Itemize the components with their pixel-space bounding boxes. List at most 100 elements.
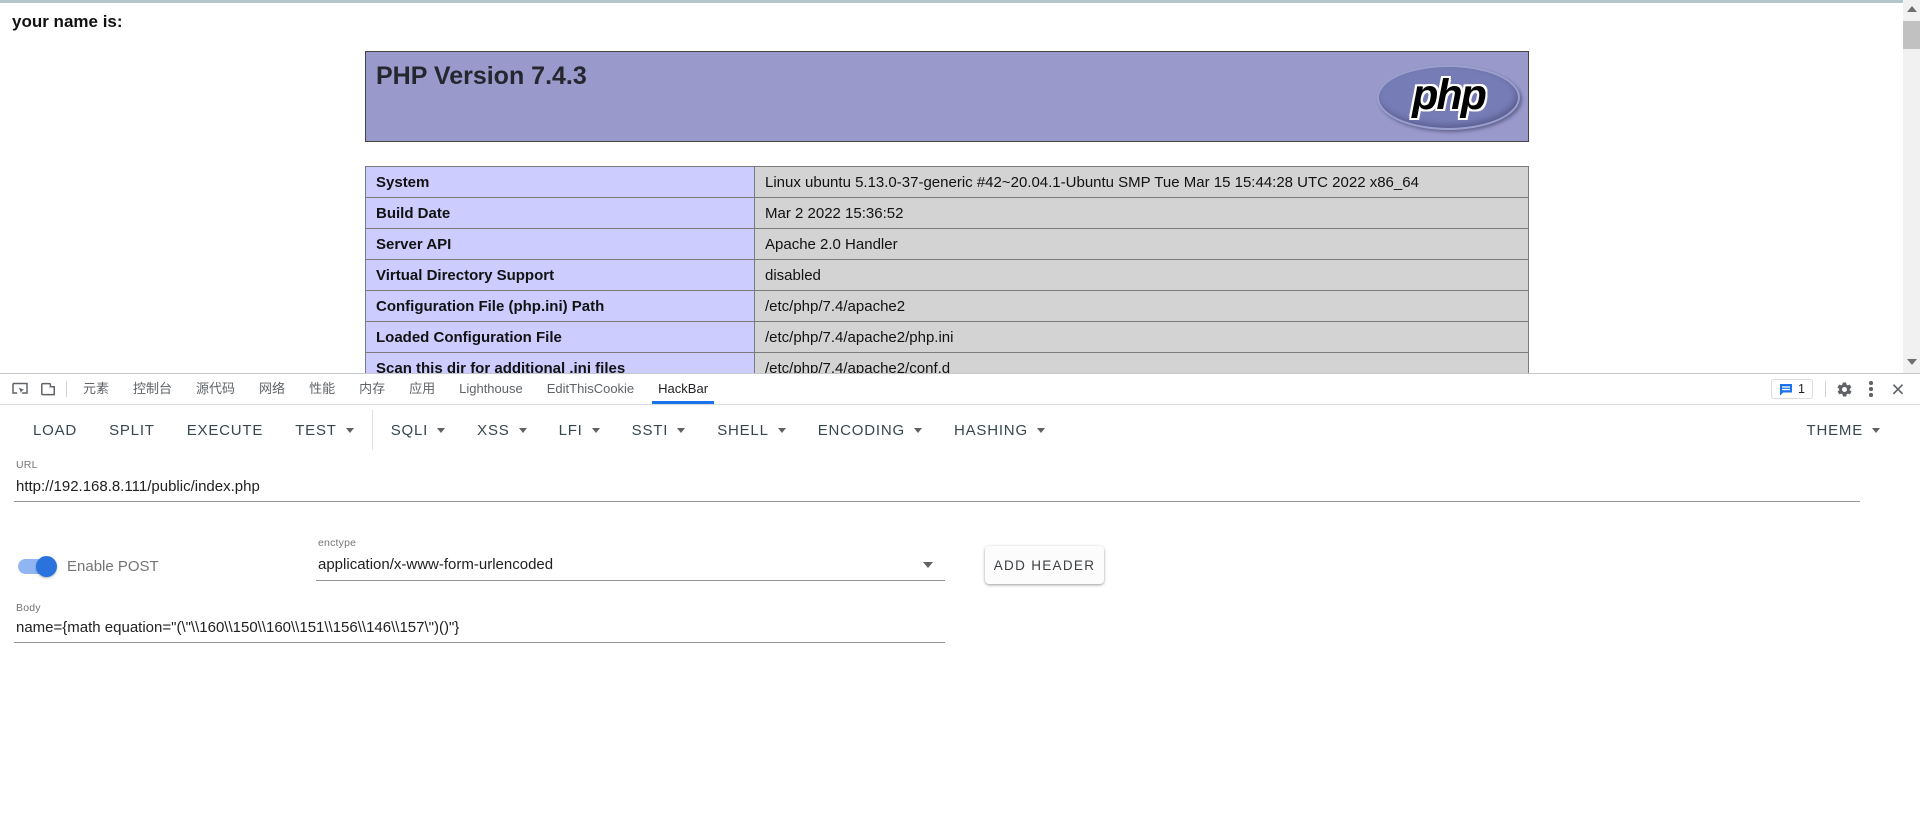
toggle-knob	[36, 556, 57, 577]
tab-performance[interactable]: 性能	[299, 374, 345, 404]
tab-network[interactable]: 网络	[249, 374, 295, 404]
chevron-down-icon	[519, 428, 527, 433]
tab-lighthouse[interactable]: Lighthouse	[449, 374, 533, 404]
body-field-wrap	[14, 619, 945, 643]
row-label: System	[366, 167, 755, 198]
menu-separator	[372, 410, 373, 450]
chevron-down-icon	[437, 428, 445, 433]
enctype-selected-value: application/x-www-form-urlencoded	[316, 554, 945, 580]
tabbar-right-controls: 1 ×	[1771, 376, 1920, 402]
enable-post-row: Enable POST	[18, 552, 159, 580]
menu-xss[interactable]: XSS	[461, 406, 542, 454]
menu-hashing[interactable]: HASHING	[938, 406, 1061, 454]
tab-editthiscookie[interactable]: EditThisCookie	[537, 374, 644, 404]
chevron-down-icon	[914, 428, 922, 433]
vertical-scrollbar[interactable]	[1903, 0, 1920, 373]
tab-hackbar[interactable]: HackBar	[648, 374, 718, 404]
add-header-button[interactable]: ADD HEADER	[985, 546, 1104, 584]
menu-load[interactable]: LOAD	[17, 406, 93, 454]
table-row: Server API Apache 2.0 Handler	[366, 229, 1529, 260]
screenshot-root: your name is: PHP Version 7.4.3 php Syst…	[0, 0, 1920, 832]
row-label: Virtual Directory Support	[366, 260, 755, 291]
tab-memory[interactable]: 内存	[349, 374, 395, 404]
page-top-strip	[0, 0, 1920, 3]
chevron-down-icon	[346, 428, 354, 433]
table-row: Scan this dir for additional .ini files …	[366, 353, 1529, 374]
chevron-down-icon	[1872, 428, 1880, 433]
chevron-down-icon	[1037, 428, 1045, 433]
enctype-select[interactable]: application/x-www-form-urlencoded	[316, 554, 945, 581]
row-value: Mar 2 2022 15:36:52	[755, 198, 1529, 229]
body-field-label: Body	[16, 602, 41, 614]
scroll-down-button[interactable]	[1903, 353, 1920, 370]
menu-label: XSS	[477, 422, 509, 439]
close-devtools-icon[interactable]: ×	[1884, 376, 1912, 402]
row-value: Apache 2.0 Handler	[755, 229, 1529, 260]
menu-sqli[interactable]: SQLI	[375, 406, 461, 454]
browser-page-phpinfo: your name is: PHP Version 7.4.3 php Syst…	[0, 0, 1920, 373]
url-input[interactable]	[14, 478, 1860, 501]
menu-theme[interactable]: THEME	[1791, 406, 1897, 454]
more-options-icon[interactable]	[1858, 381, 1884, 397]
menu-label: TEST	[295, 422, 337, 439]
row-value: Linux ubuntu 5.13.0-37-generic #42~20.04…	[755, 167, 1529, 198]
chevron-down-icon	[677, 428, 685, 433]
table-row: Build Date Mar 2 2022 15:36:52	[366, 198, 1529, 229]
enable-post-label: Enable POST	[67, 558, 159, 575]
table-row: Virtual Directory Support disabled	[366, 260, 1529, 291]
enable-post-toggle[interactable]	[18, 559, 55, 574]
menu-label: SQLI	[391, 422, 428, 439]
enctype-field-label: enctype	[318, 537, 356, 549]
chevron-down-icon	[592, 428, 600, 433]
url-field-label: URL	[16, 459, 38, 471]
php-logo-text: php	[1412, 71, 1485, 124]
menu-label: LFI	[559, 422, 583, 439]
triangle-down-icon	[1907, 359, 1917, 365]
badge-count: 1	[1798, 382, 1805, 396]
body-input[interactable]	[14, 619, 945, 642]
row-label: Build Date	[366, 198, 755, 229]
phpinfo-table: System Linux ubuntu 5.13.0-37-generic #4…	[365, 166, 1529, 373]
menu-test[interactable]: TEST	[279, 406, 370, 454]
tab-application[interactable]: 应用	[399, 374, 445, 404]
row-value: /etc/php/7.4/apache2/php.ini	[755, 322, 1529, 353]
menu-ssti[interactable]: SSTI	[616, 406, 702, 454]
php-logo: php	[1377, 65, 1520, 130]
menu-label: SHELL	[717, 422, 769, 439]
row-value: disabled	[755, 260, 1529, 291]
toolbar-separator	[66, 381, 67, 397]
scrollbar-thumb[interactable]	[1903, 21, 1920, 49]
chevron-down-icon	[778, 428, 786, 433]
menu-shell[interactable]: SHELL	[701, 406, 802, 454]
menu-label: THEME	[1807, 422, 1864, 439]
row-label: Scan this dir for additional .ini files	[366, 353, 755, 374]
table-row: System Linux ubuntu 5.13.0-37-generic #4…	[366, 167, 1529, 198]
settings-gear-icon[interactable]	[1830, 376, 1858, 402]
phpinfo-header: PHP Version 7.4.3 php	[365, 51, 1529, 142]
devtools-panel: 元素 控制台 源代码 网络 性能 内存 应用 Lighthouse EditTh…	[0, 373, 1920, 832]
inspect-element-icon[interactable]	[6, 376, 34, 402]
console-messages-badge[interactable]: 1	[1771, 379, 1813, 399]
tab-sources[interactable]: 源代码	[186, 374, 245, 404]
triangle-up-icon	[1907, 6, 1917, 12]
table-row: Loaded Configuration File /etc/php/7.4/a…	[366, 322, 1529, 353]
toolbar-separator	[1825, 381, 1826, 397]
menu-label: SSTI	[632, 422, 669, 439]
device-toolbar-icon[interactable]	[34, 376, 62, 402]
hackbar-panel: LOAD SPLIT EXECUTE TEST SQLI XSS LFI SST…	[0, 406, 1920, 832]
menu-label: HASHING	[954, 422, 1028, 439]
row-label: Configuration File (php.ini) Path	[366, 291, 755, 322]
php-version-title: PHP Version 7.4.3	[376, 62, 587, 91]
menu-lfi[interactable]: LFI	[543, 406, 616, 454]
row-label: Loaded Configuration File	[366, 322, 755, 353]
url-field-wrap	[14, 478, 1860, 502]
hackbar-menu-bar: LOAD SPLIT EXECUTE TEST SQLI XSS LFI SST…	[0, 406, 1920, 454]
menu-execute[interactable]: EXECUTE	[171, 406, 279, 454]
menu-label: ENCODING	[818, 422, 905, 439]
menu-encoding[interactable]: ENCODING	[802, 406, 938, 454]
page-injected-text: your name is:	[12, 12, 123, 32]
tab-elements[interactable]: 元素	[73, 374, 119, 404]
tab-console[interactable]: 控制台	[123, 374, 182, 404]
scroll-up-button[interactable]	[1903, 0, 1920, 17]
menu-split[interactable]: SPLIT	[93, 406, 171, 454]
